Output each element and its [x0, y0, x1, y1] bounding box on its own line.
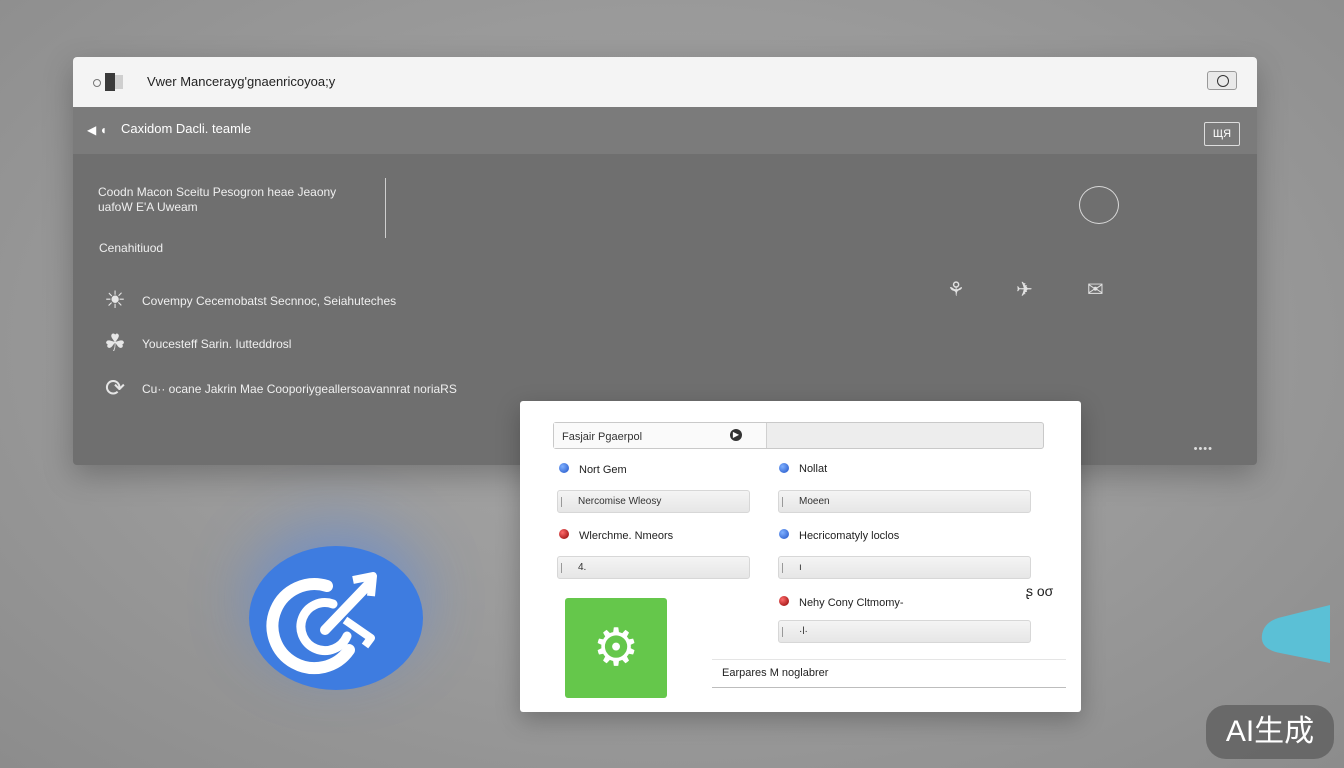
- radio-label: Nollat: [799, 463, 828, 475]
- radio-label: Hecricomatyly loclos: [799, 530, 900, 542]
- radio-button[interactable]: [779, 529, 789, 539]
- text-field[interactable]: Moeen: [778, 490, 1031, 513]
- title-bar: Vwer Mancerayg'gnaenricoyoa;y: [73, 57, 1257, 107]
- item-icon: ☀: [104, 287, 126, 314]
- radio-button[interactable]: [779, 596, 789, 606]
- text-field[interactable]: 4.: [557, 556, 750, 579]
- megaphone-icon: [1261, 605, 1330, 663]
- logo-icon: [266, 572, 377, 675]
- app-logo: [249, 546, 423, 690]
- window-title: Vwer Mancerayg'gnaenricoyoa;y: [147, 74, 336, 89]
- team-icon[interactable]: ⚘: [947, 277, 965, 302]
- text-field[interactable]: ·l·: [778, 620, 1031, 643]
- app-icon: [93, 73, 127, 91]
- back-icon[interactable]: ◀ ◖: [87, 123, 107, 137]
- list-item-label: Youcesteff Sarin. Iutteddrosl: [142, 337, 292, 351]
- radio-label: Nehy Cony Cltmomy-: [799, 597, 904, 609]
- list-item-label: Covempy Cecemobatst Secnnoc, Seiahuteche…: [142, 294, 397, 308]
- search-field[interactable]: ▶: [553, 422, 1044, 449]
- header-action-button[interactable]: ЩЯ: [1204, 122, 1240, 146]
- section-label: Cenahitiuod: [99, 241, 164, 255]
- sub-header: ◀ ◖ Caxidom Dacli. teamle ЩЯ: [73, 107, 1257, 154]
- page-title: Caxidom Dacli. teamle: [121, 121, 252, 136]
- radio-label: Wlerchme. Nmeors: [579, 530, 674, 542]
- list-item-label: Cu·· ocane Jakrin Mae Cooporiygeallersoa…: [142, 382, 457, 396]
- refresh-button[interactable]: [1207, 71, 1237, 90]
- search-icon[interactable]: ▶: [730, 429, 742, 441]
- extras-row[interactable]: Earpares M noglabrer: [712, 659, 1066, 688]
- item-icon: ⟳: [104, 375, 126, 402]
- ai-watermark-badge: AI生成: [1206, 705, 1334, 759]
- text-field[interactable]: ı: [778, 556, 1031, 579]
- description-text: Coodn Macon Sceitu Pesogron heae Jeaony …: [98, 185, 337, 214]
- refresh-icon: [1217, 75, 1229, 87]
- gear-icon: ⚙: [592, 619, 640, 677]
- plane-icon[interactable]: ✈: [1016, 277, 1033, 302]
- mail-icon[interactable]: ✉: [1087, 277, 1104, 302]
- settings-dialog: ▶ Nort Gem Nercomise Wleosy Wlerchme. Nm…: [520, 401, 1081, 712]
- vertical-divider: [385, 178, 386, 238]
- radio-button[interactable]: [559, 529, 569, 539]
- radio-button[interactable]: [779, 463, 789, 473]
- settings-tile[interactable]: ⚙: [565, 598, 667, 698]
- radio-label: Nort Gem: [579, 464, 627, 476]
- search-input[interactable]: [560, 426, 724, 447]
- more-dots[interactable]: ••••: [1194, 443, 1213, 455]
- item-icon: ☘: [104, 330, 126, 357]
- loop-icon[interactable]: ʂ οσ: [1026, 583, 1053, 599]
- circle-button[interactable]: [1079, 186, 1119, 224]
- text-field[interactable]: Nercomise Wleosy: [557, 490, 750, 513]
- radio-button[interactable]: [559, 463, 569, 473]
